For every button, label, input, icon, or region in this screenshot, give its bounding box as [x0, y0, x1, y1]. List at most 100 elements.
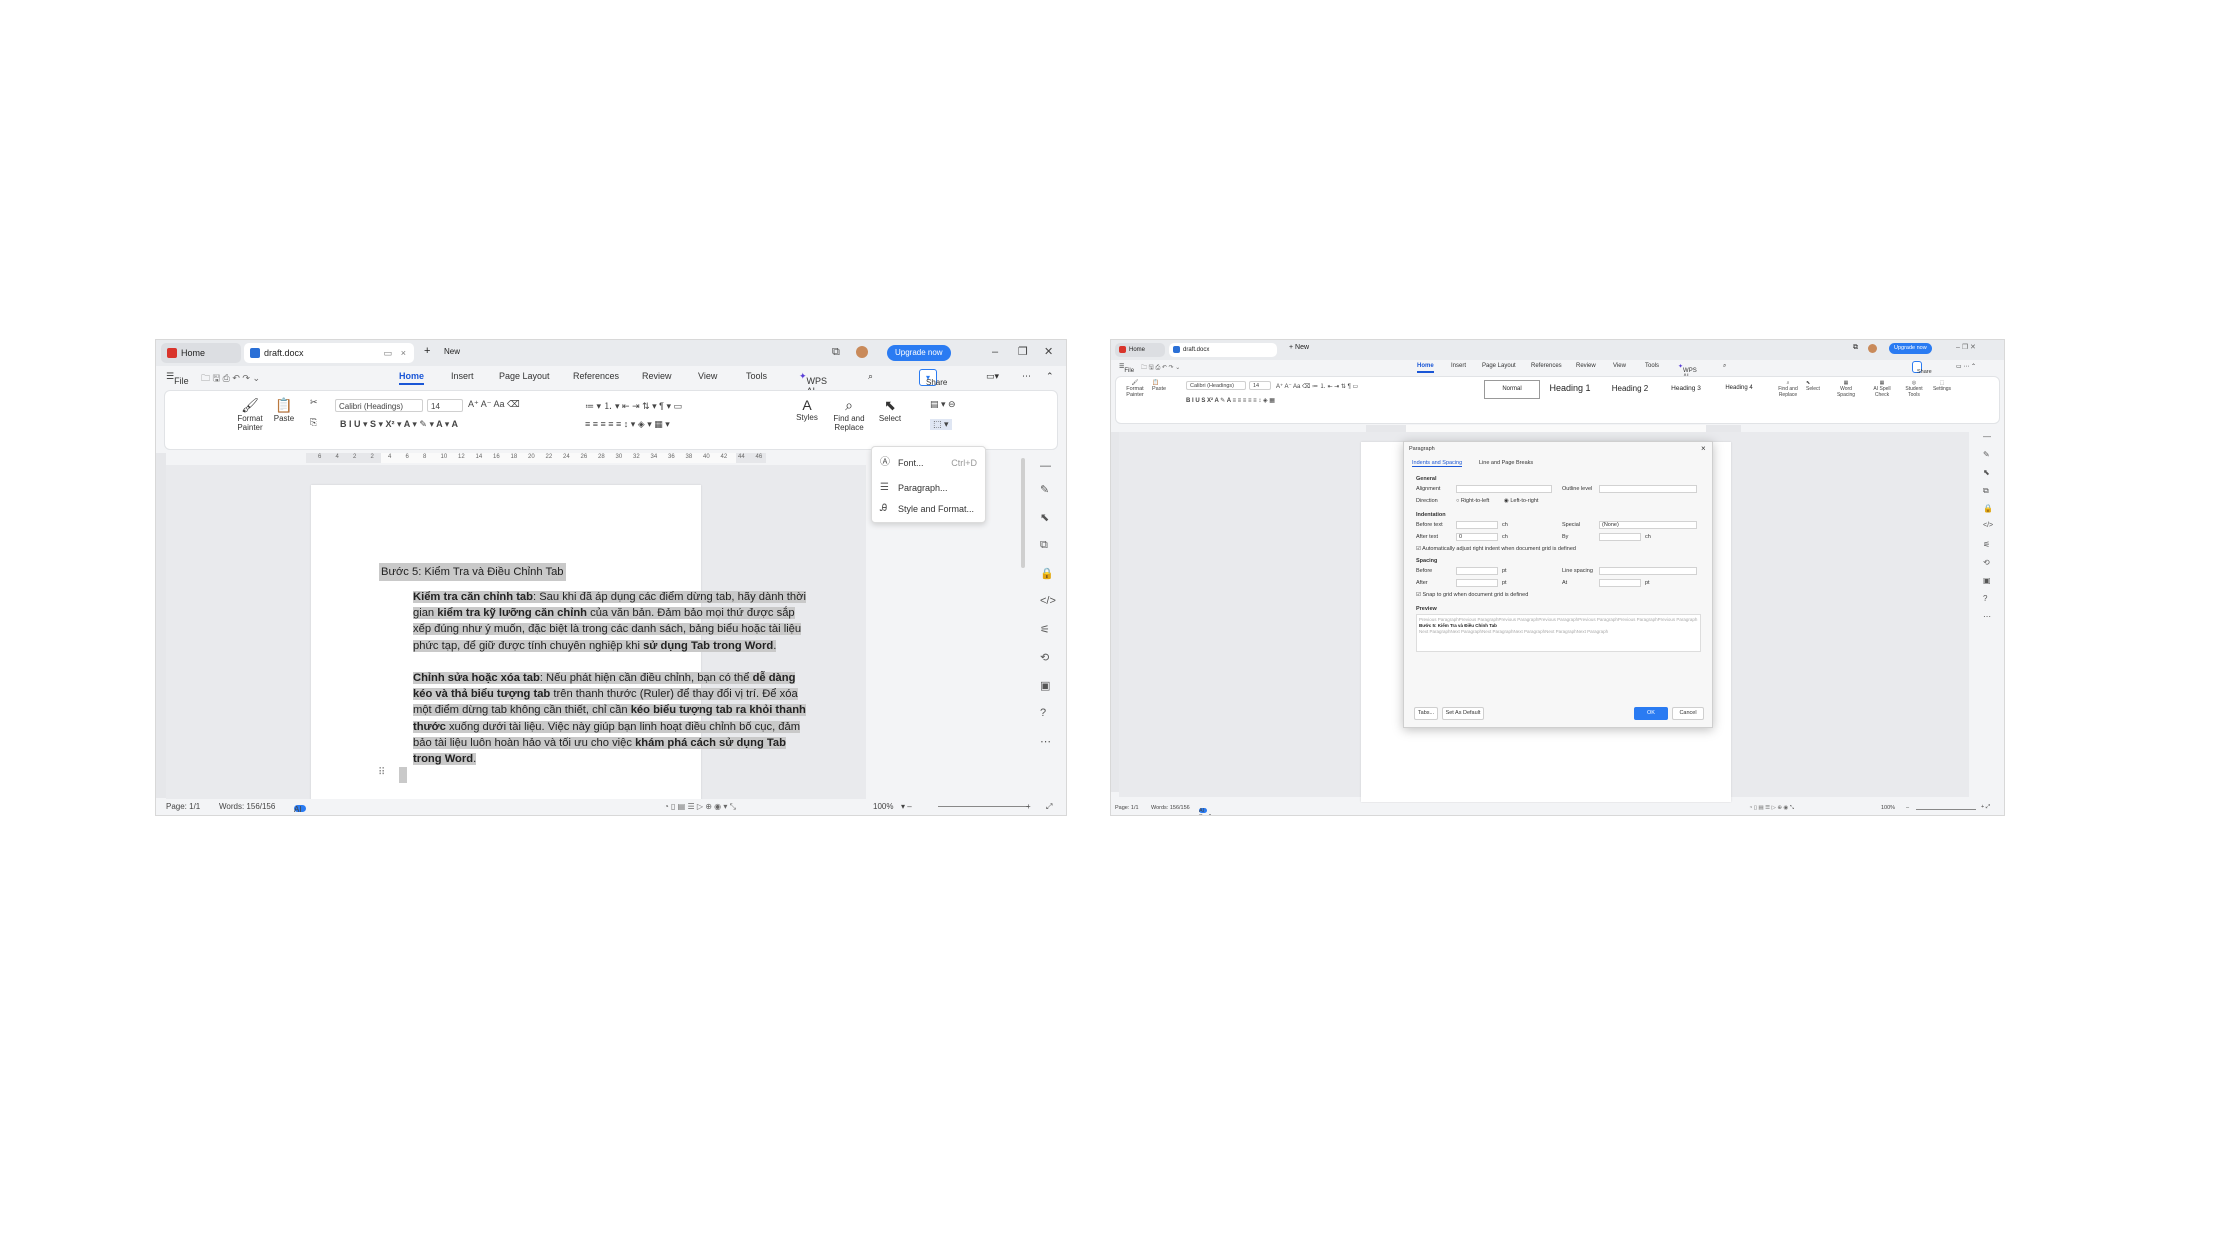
menu-page-layout[interactable]: Page Layout — [1482, 363, 1516, 369]
menu-file[interactable]: ☰ File — [1119, 363, 1134, 374]
auto-adjust-checkbox[interactable]: ☑ Automatically adjust right indent when… — [1416, 546, 1576, 552]
radio-ltr[interactable]: ◉ Left-to-right — [1504, 498, 1538, 504]
screen-icon[interactable]: ▭ — [383, 343, 392, 363]
menu-view[interactable]: View — [1613, 363, 1626, 369]
list-icons[interactable]: ≔ ▾ ⒈ ▾ ⇤ ⇥ ⇅ ▾ ¶ ▾ ▭ — [585, 399, 682, 412]
tab-document-right[interactable]: draft.docx — [1169, 343, 1277, 357]
pen-icon[interactable]: ✎ — [1040, 483, 1049, 496]
menu-home[interactable]: Home — [399, 371, 425, 385]
menu-review[interactable]: Review — [642, 371, 672, 381]
select-button[interactable]: ⬉ Select — [873, 397, 907, 423]
zoom-slider[interactable] — [1916, 809, 1976, 810]
menu-references[interactable]: References — [573, 371, 619, 381]
style-heading-2[interactable]: Heading 2 — [1602, 380, 1658, 397]
zoom-level[interactable]: 100% — [873, 802, 893, 811]
select-button[interactable]: ⬉ Select — [1806, 380, 1820, 392]
font-size-select[interactable]: 14 — [1249, 381, 1271, 390]
spacing-before-input[interactable] — [1456, 567, 1498, 575]
ok-button[interactable]: OK — [1634, 707, 1668, 720]
find-replace-button[interactable]: ⌕ Find and Replace — [1776, 380, 1800, 398]
menu-page-layout[interactable]: Page Layout — [499, 371, 550, 381]
settings-sliders-icon[interactable]: ⚟ — [1040, 623, 1050, 636]
line-spacing-select[interactable] — [1599, 567, 1697, 575]
tab-document[interactable]: draft.docx ▭ × — [244, 343, 414, 363]
doc-paragraph-1[interactable]: Kiểm tra căn chỉnh tab: Sau khi đã áp dụ… — [413, 589, 815, 654]
ai-spell-button[interactable]: ▦ AI Spell Check — [1866, 380, 1898, 398]
font-size-select[interactable]: 14 — [427, 399, 463, 412]
after-text-input[interactable]: 0 — [1456, 533, 1498, 541]
horizontal-ruler[interactable]: 6 4 2 2 4 6 8 10 12 14 16 18 20 22 24 26 28 30 32 34 36 38 40 4… — [306, 453, 766, 463]
comment-icon[interactable]: ▭▾ — [986, 371, 999, 382]
tab-home[interactable]: Home — [161, 343, 241, 363]
view-mode-icons[interactable]: ◔ ▯ ▤ ☰ ▷ ⊕ ◉ ▾ ⤡ — [664, 802, 736, 812]
menu-item-style-format[interactable]: Ꭿ Style and Format... — [872, 498, 985, 520]
search-icon[interactable]: ⌕ — [1723, 363, 1726, 370]
quick-access-toolbar[interactable]: 🗀 🖫 ⎙ ↶ ↷ ⌄ — [1141, 363, 1180, 373]
menu-view[interactable]: View — [698, 371, 717, 381]
radio-rtl[interactable]: ○ Right-to-left — [1456, 498, 1489, 504]
menu-item-paragraph[interactable]: ☰ Paragraph... — [872, 477, 985, 499]
window-mode-icon[interactable]: ⧉ — [1853, 344, 1858, 352]
font-name-select[interactable]: Calibri (Headings) — [335, 399, 423, 412]
menu-item-font[interactable]: Ⓐ Font... Ctrl+D — [872, 452, 985, 474]
horizontal-ruler[interactable] — [1366, 425, 1741, 432]
snap-grid-checkbox[interactable]: ☑ Snap to grid when document grid is def… — [1416, 592, 1528, 598]
font-adjust-icons[interactable]: A⁺ A⁻ Aa ⌫ — [468, 399, 520, 410]
zoom-level[interactable]: 100% — [1881, 805, 1895, 811]
pen-icon[interactable]: ✎ — [1983, 450, 1990, 459]
tab-line-page-breaks[interactable]: Line and Page Breaks — [1479, 460, 1533, 466]
share-button[interactable]: Share — [1912, 361, 1932, 375]
history-icon[interactable]: ⟲ — [1040, 651, 1049, 664]
alignment-icons[interactable]: ≡ ≡ ≡ ≡ ≡ ↕ ▾ ◈ ▾ ▦ ▾ — [585, 419, 670, 430]
font-name-select[interactable]: Calibri (Headings) — [1186, 381, 1246, 390]
zoom-slider[interactable] — [938, 806, 1028, 807]
upgrade-button[interactable]: Upgrade now — [1889, 343, 1932, 354]
drag-handle-icon[interactable]: ⠿ — [378, 767, 385, 778]
zoom-out-icon[interactable]: – — [1906, 805, 1909, 811]
share-button[interactable]: Share ▾ — [919, 369, 947, 387]
avatar[interactable] — [856, 346, 868, 358]
style-heading-4[interactable]: Heading 4 — [1714, 380, 1764, 397]
lock-icon[interactable]: 🔒 — [1040, 567, 1054, 580]
style-heading-1[interactable]: Heading 1 — [1540, 380, 1600, 397]
paste-button[interactable]: 📋 Paste — [270, 397, 298, 423]
font-adjust-icons[interactable]: A⁺ A⁻ Aa ⌫ ≔ ⒈ ⇤ ⇥ ⇅ ¶ ▭ — [1276, 381, 1358, 390]
lock-icon[interactable]: 🔒 — [1983, 504, 1993, 513]
student-tools-button[interactable]: ◎ Student Tools — [1902, 380, 1926, 398]
word-spacing-button[interactable]: ▦ Word Spacing — [1832, 380, 1860, 398]
copy-tool-icon[interactable]: ⧉ — [1040, 539, 1048, 552]
minimize-icon[interactable]: – — [992, 345, 998, 359]
copy-tool-icon[interactable]: ⧉ — [1983, 486, 1989, 496]
dialog-close-icon[interactable]: × — [1701, 444, 1706, 453]
upgrade-button[interactable]: Upgrade now — [887, 345, 951, 361]
by-input[interactable] — [1599, 533, 1641, 541]
settings-button[interactable]: ⬚ Settings — [1930, 380, 1954, 392]
alignment-select[interactable] — [1456, 485, 1552, 493]
format-painter-button[interactable]: 🖌 Format Painter — [235, 397, 265, 432]
tab-home-right[interactable]: Home — [1115, 343, 1165, 357]
menu-wps-ai[interactable]: ✦ WPS AI — [799, 371, 827, 396]
new-tab-icon[interactable]: + New — [1289, 344, 1309, 351]
find-replace-button[interactable]: ⌕ Find and Replace — [829, 397, 869, 432]
avatar[interactable] — [1868, 344, 1877, 353]
close-tab-icon[interactable]: × — [401, 343, 406, 363]
format-icons[interactable]: B I U ▾ S ▾ X² ▾ A ▾ ✎ ▾ A ▾ A — [340, 419, 458, 430]
style-normal[interactable]: Normal — [1484, 380, 1540, 399]
copy-icon[interactable]: ⎘ — [310, 417, 317, 428]
menu-review[interactable]: Review — [1576, 363, 1596, 369]
new-tab-label[interactable]: New — [444, 347, 460, 356]
style-heading-3[interactable]: Heading 3 — [1660, 380, 1712, 397]
help-icon[interactable]: ? — [1040, 707, 1046, 719]
more-icon[interactable]: ⋯ — [1022, 371, 1031, 382]
code-icon[interactable]: </> — [1040, 595, 1056, 607]
zoom-in-icon[interactable]: + — [1026, 802, 1031, 811]
paste-button[interactable]: 📋 Paste — [1152, 380, 1166, 392]
fullscreen-icon[interactable]: ⤢ — [1046, 802, 1052, 812]
before-text-input[interactable] — [1456, 521, 1498, 529]
window-mode-icon[interactable]: ⧉ — [832, 345, 840, 359]
menu-file[interactable]: ☰ File — [166, 371, 189, 386]
cut-icon[interactable]: ✂ — [310, 397, 318, 408]
outline-level-select[interactable] — [1599, 485, 1697, 493]
doc-heading[interactable]: Bước 5: Kiểm Tra và Điều Chỉnh Tab — [379, 563, 566, 581]
select-tool-icon[interactable]: ⬉ — [1983, 468, 1990, 477]
